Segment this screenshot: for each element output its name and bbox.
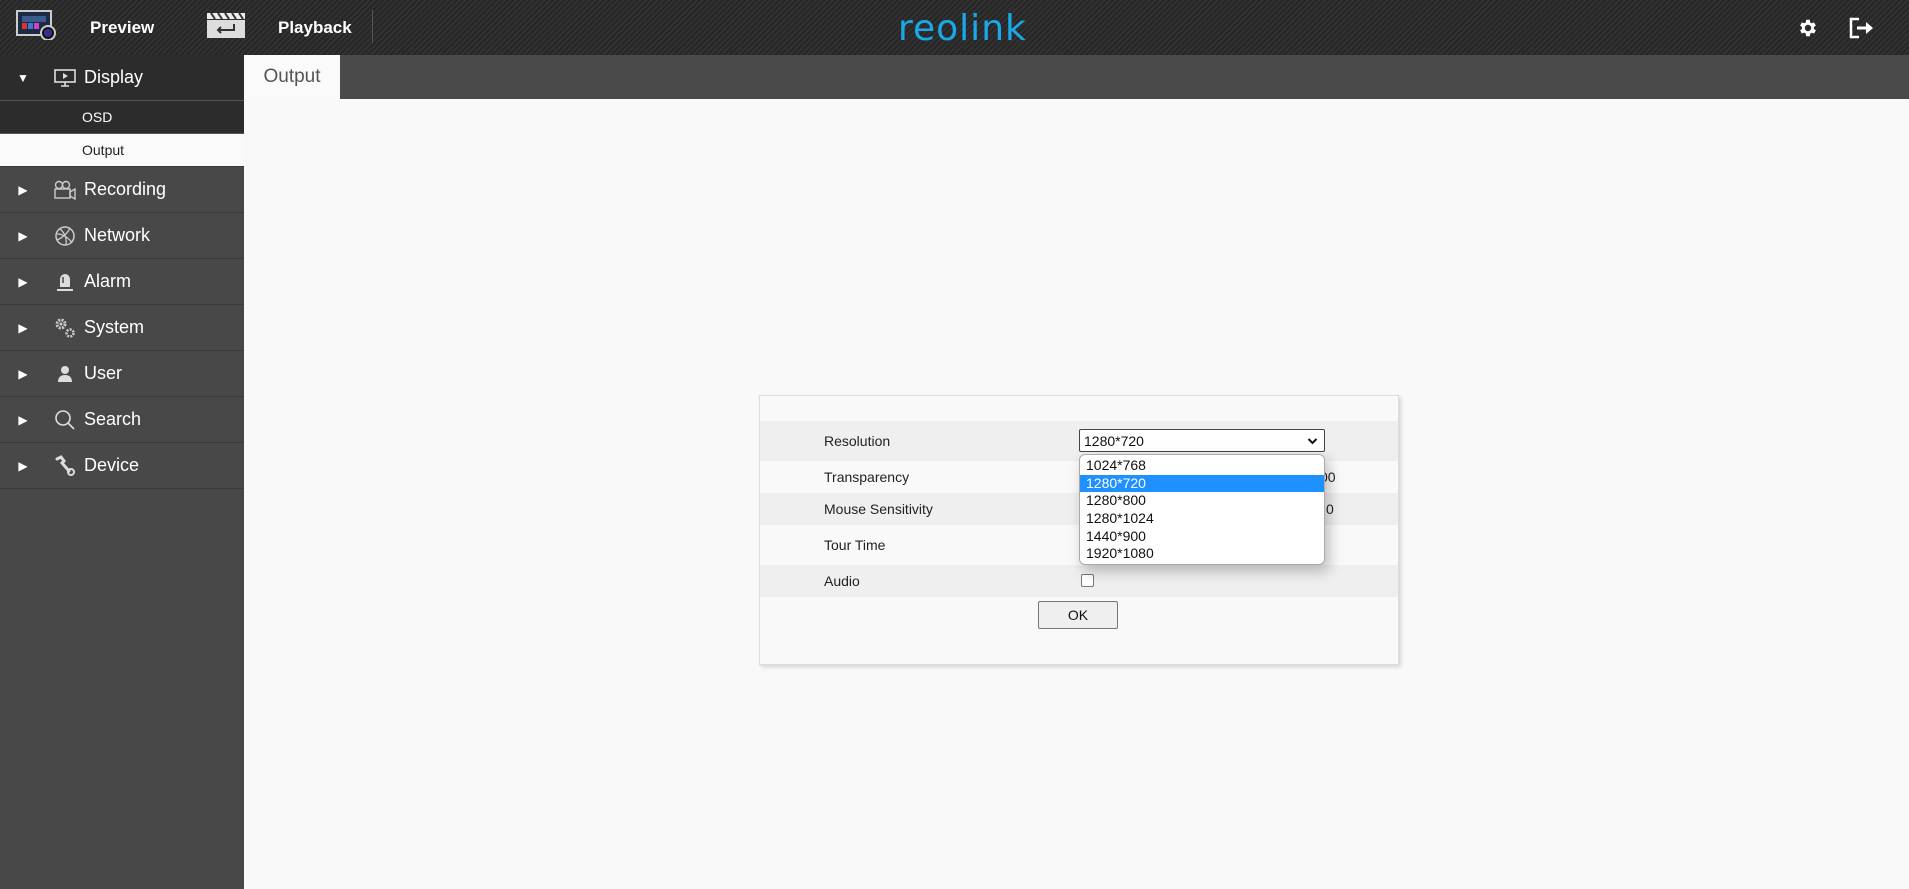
caret-right-icon: ▶	[18, 228, 28, 243]
resolution-select[interactable]: 1280*720	[1079, 429, 1325, 452]
wrench-icon	[46, 454, 84, 477]
reolink-logo: reolink	[898, 7, 1027, 49]
resolution-option[interactable]: 1440*900	[1080, 528, 1324, 546]
monitor-icon	[46, 68, 84, 87]
caret-right-icon: ▶	[18, 274, 28, 289]
logout-icon[interactable]	[1848, 14, 1876, 42]
sidebar-item-device[interactable]: ▶ Device	[0, 443, 244, 489]
sidebar-item-user[interactable]: ▶ User	[0, 351, 244, 397]
sidebar-subitem-output[interactable]: Output	[0, 134, 244, 167]
sidebar-item-display[interactable]: ▼ Display	[0, 55, 244, 101]
resolution-select-value: 1280*720	[1084, 432, 1144, 449]
tab-output[interactable]: Output	[244, 55, 340, 99]
tour-time-label: Tour Time	[824, 537, 886, 553]
sidebar-item-recording[interactable]: ▶ Recording	[0, 167, 244, 213]
header-divider	[372, 10, 373, 43]
sidebar-label: Alarm	[84, 271, 132, 291]
mouse-sensitivity-value: 0	[1326, 501, 1334, 517]
resolution-option-selected[interactable]: 1280*720	[1080, 474, 1324, 493]
sidebar: ▼ Display OSD Output ▶ Recording ▶ Netwo…	[0, 55, 244, 889]
gears-icon	[46, 317, 84, 339]
resolution-option[interactable]: 1024*768	[1080, 457, 1324, 475]
resolution-option[interactable]: 1280*800	[1080, 492, 1324, 510]
caret-right-icon: ▶	[18, 366, 28, 381]
preview-label: Preview	[90, 17, 155, 37]
sidebar-label: User	[84, 363, 123, 383]
sidebar-label: Network	[84, 225, 151, 245]
settings-gear-icon[interactable]	[1794, 14, 1822, 42]
transparency-label: Transparency	[824, 469, 910, 485]
search-icon	[46, 409, 84, 431]
sidebar-label: Search	[84, 409, 142, 429]
sidebar-label: Device	[84, 455, 140, 475]
alarm-icon	[46, 272, 84, 292]
caret-down-icon: ▼	[17, 70, 29, 85]
resolution-label: Resolution	[824, 433, 891, 449]
resolution-option[interactable]: 1280*1024	[1080, 510, 1324, 528]
preview-icon	[16, 10, 58, 45]
top-header: Preview Playback reolink	[0, 0, 1909, 55]
tab-bar: Output	[244, 55, 1909, 99]
sidebar-item-alarm[interactable]: ▶ Alarm	[0, 259, 244, 305]
sidebar-item-system[interactable]: ▶ System	[0, 305, 244, 351]
user-icon	[46, 364, 84, 384]
resolution-option[interactable]: 1920*1080	[1080, 545, 1324, 563]
audio-row: Audio	[760, 565, 1398, 597]
audio-label: Audio	[824, 573, 860, 589]
camera-icon	[46, 180, 84, 200]
sidebar-item-search[interactable]: ▶ Search	[0, 397, 244, 443]
chevron-down-icon	[1307, 434, 1318, 450]
caret-right-icon: ▶	[18, 412, 28, 427]
preview-nav-button[interactable]: Preview	[16, 0, 154, 55]
resolution-dropdown-list: 1024*768 1280*720 1280*800 1280*1024 144…	[1079, 454, 1325, 566]
caret-right-icon: ▶	[18, 182, 28, 197]
audio-checkbox[interactable]	[1081, 574, 1094, 587]
mouse-sensitivity-label: Mouse Sensitivity	[824, 501, 933, 517]
sidebar-label: Display	[84, 67, 144, 87]
network-globe-icon	[46, 225, 84, 247]
sidebar-subitem-osd[interactable]: OSD	[0, 101, 244, 134]
clapperboard-icon	[206, 11, 246, 44]
caret-right-icon: ▶	[18, 320, 28, 335]
output-settings-panel: Resolution Transparency 00 Mouse Sensiti…	[759, 395, 1399, 665]
sidebar-label: System	[84, 317, 145, 337]
playback-nav-button[interactable]: Playback	[206, 0, 352, 55]
caret-right-icon: ▶	[18, 458, 28, 473]
sidebar-item-network[interactable]: ▶ Network	[0, 213, 244, 259]
playback-label: Playback	[278, 17, 352, 37]
ok-button[interactable]: OK	[1038, 601, 1118, 629]
sidebar-label: Recording	[84, 179, 167, 199]
